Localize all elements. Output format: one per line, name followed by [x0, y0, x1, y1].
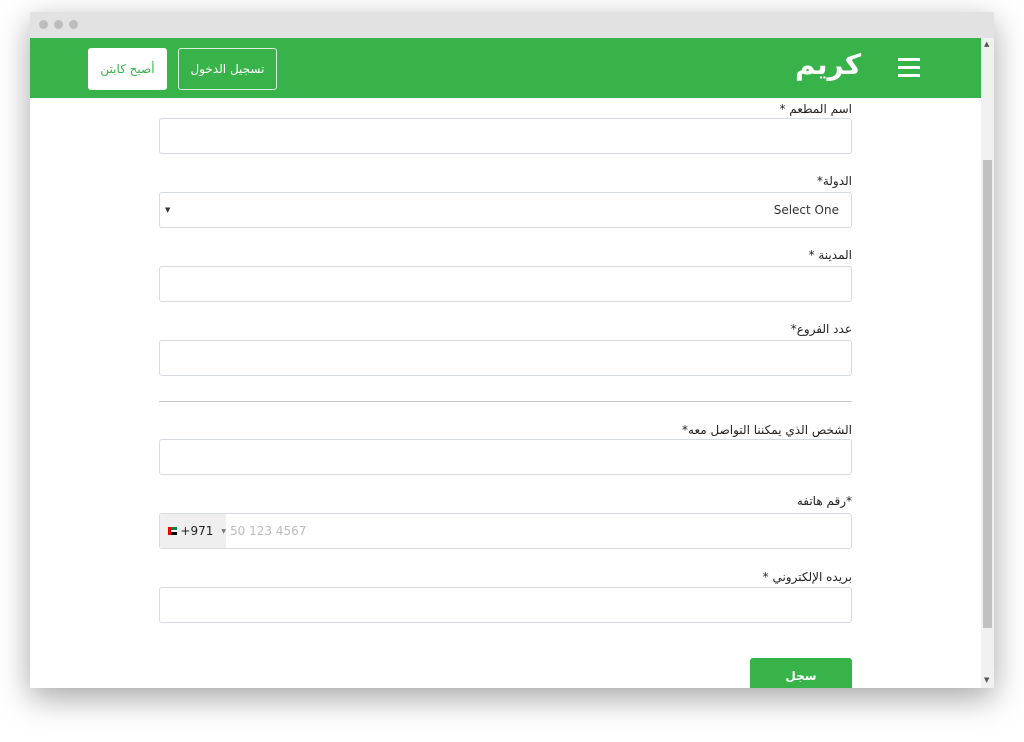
email-label: بريده الإلكتروني *: [762, 570, 852, 584]
divider: [159, 401, 852, 402]
country-label: الدولة*: [816, 174, 852, 188]
phone-input[interactable]: +971 ▼ 50 123 4567: [159, 513, 852, 549]
uae-flag-icon: [168, 527, 178, 536]
branches-label: عدد الفروع*: [790, 322, 852, 336]
restaurant-name-input[interactable]: [159, 118, 852, 154]
title-bar: [30, 12, 994, 38]
browser-window: أصبح كابتن تسجيل الدخول كريم ▲ ▼ اسم الم…: [30, 12, 994, 688]
hamburger-menu-icon[interactable]: [898, 58, 920, 78]
scrollbar[interactable]: ▲ ▼: [981, 38, 994, 688]
site-header: أصبح كابتن تسجيل الدخول كريم: [30, 38, 981, 98]
dropdown-arrow-icon: ▼: [221, 527, 226, 535]
contact-person-label: الشخص الذي يمكننا التواصل معه*: [682, 423, 852, 437]
city-input[interactable]: [159, 266, 852, 302]
city-label: المدينة *: [808, 248, 852, 262]
contact-person-input[interactable]: [159, 439, 852, 475]
dropdown-arrow-icon: ▼: [165, 206, 171, 214]
scroll-up-icon[interactable]: ▲: [984, 40, 989, 48]
careem-logo[interactable]: كريم: [795, 48, 861, 81]
country-select[interactable]: ▼ Select One: [159, 192, 852, 228]
phone-code: +971: [180, 524, 214, 538]
email-input[interactable]: [159, 587, 852, 623]
country-code-select[interactable]: +971 ▼: [160, 514, 226, 548]
country-selected-value: Select One: [773, 203, 839, 217]
restaurant-name-label: اسم المطعم *: [779, 102, 852, 116]
phone-label: *رقم هاتفه: [796, 494, 852, 508]
window-dot: [69, 20, 78, 29]
window-dot: [39, 20, 48, 29]
scrollbar-thumb[interactable]: [983, 160, 992, 628]
window-dot: [54, 20, 63, 29]
register-button[interactable]: سجل: [750, 658, 852, 688]
branches-input[interactable]: [159, 340, 852, 376]
phone-placeholder: 50 123 4567: [230, 524, 307, 538]
scroll-down-icon[interactable]: ▼: [984, 676, 989, 684]
become-captain-button[interactable]: أصبح كابتن: [88, 48, 167, 90]
login-button[interactable]: تسجيل الدخول: [178, 48, 277, 90]
